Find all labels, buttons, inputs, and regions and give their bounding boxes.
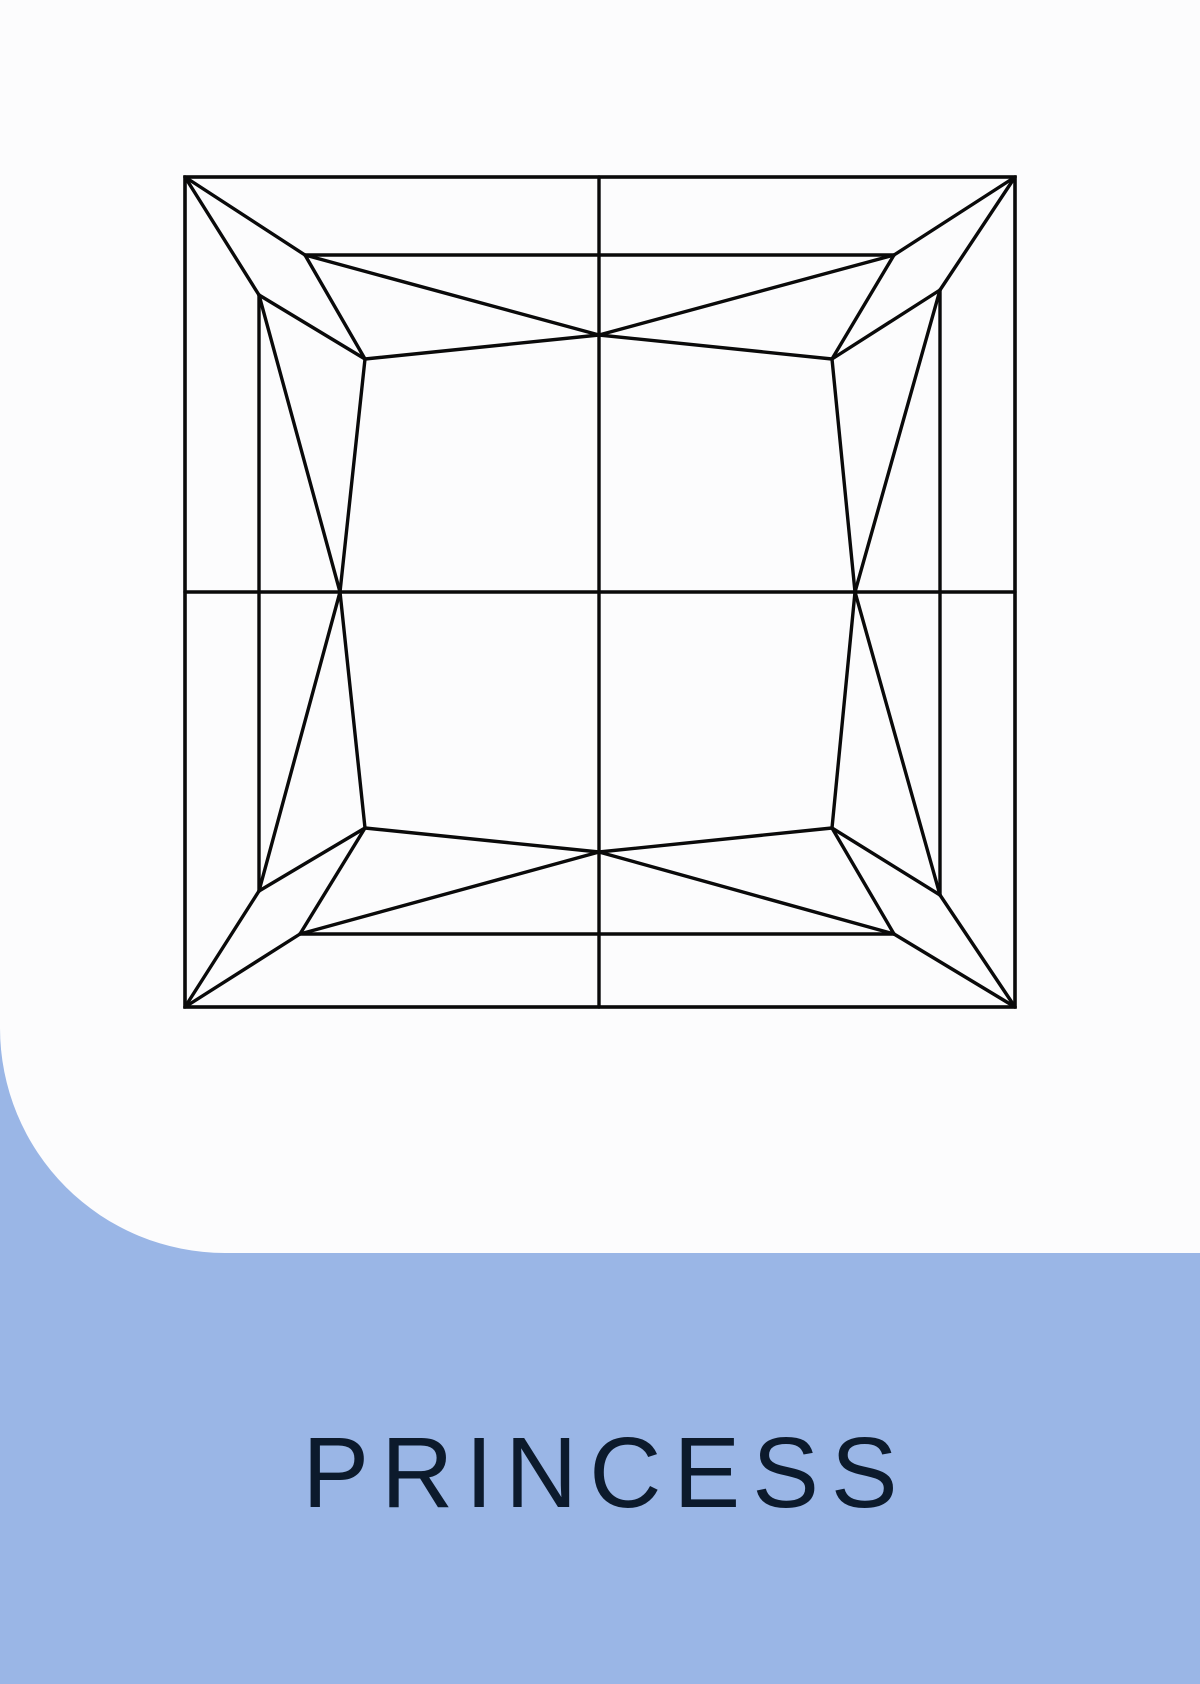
princess-cut-diamond-icon	[183, 175, 1017, 1009]
cut-name-label: PRINCESS	[302, 1417, 910, 1529]
